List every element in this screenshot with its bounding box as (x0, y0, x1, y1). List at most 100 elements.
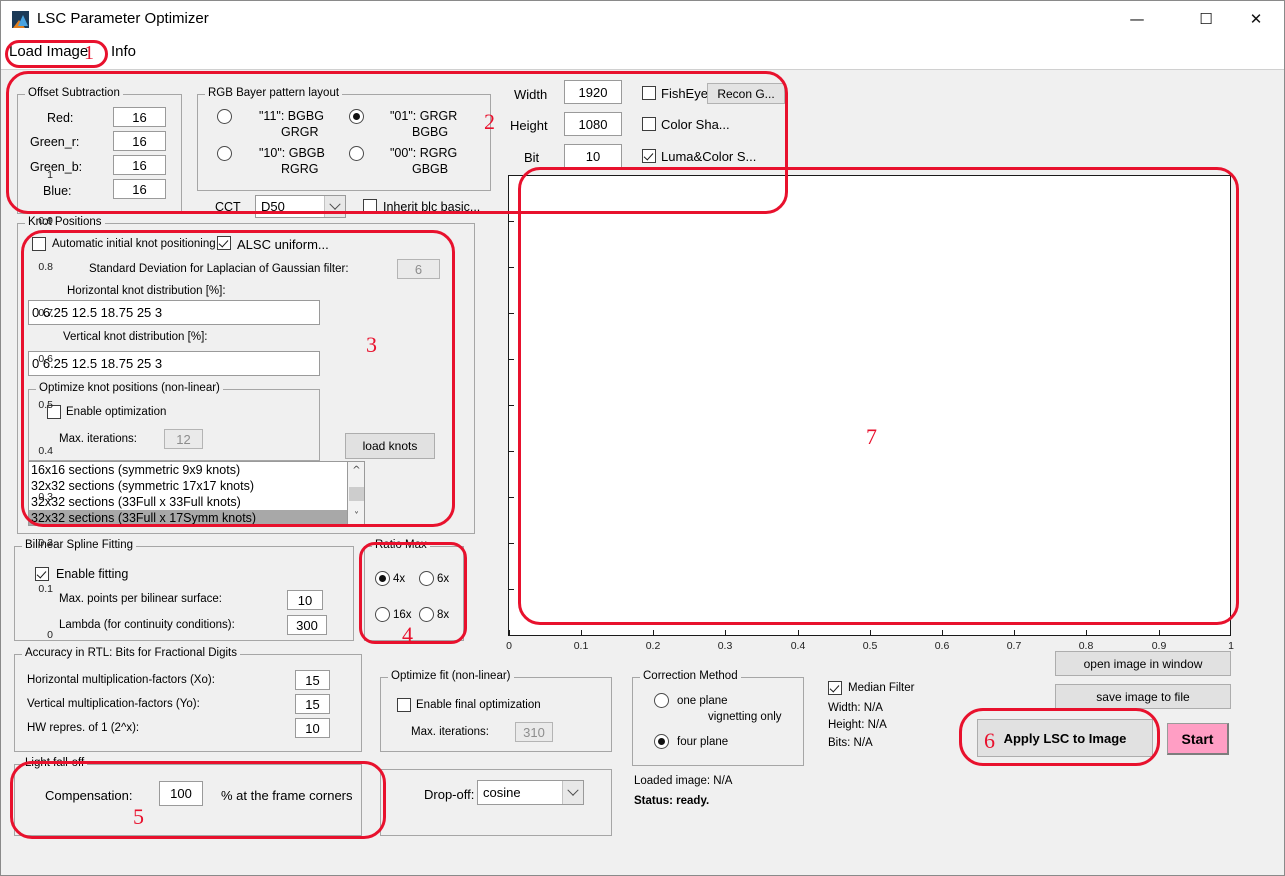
fisheye-checkbox[interactable] (642, 86, 656, 100)
max-points-label: Max. points per bilinear surface: (59, 593, 222, 605)
vertical-factors-label: Vertical multiplication-factors (Yo): (27, 698, 200, 710)
bayer-option-00-radio[interactable] (349, 146, 364, 161)
vertical-knot-input[interactable]: 0 6.25 12.5 18.75 25 3 (28, 351, 320, 376)
median-filter-checkbox[interactable] (828, 681, 842, 695)
bayer-option-10-radio[interactable] (217, 146, 232, 161)
offset-green-r-input[interactable]: 16 (113, 131, 166, 151)
list-item[interactable]: 16x16 sections (symmetric 9x9 knots) (29, 462, 364, 478)
menu-item-load-image[interactable]: Load Image (9, 43, 88, 60)
y-tick: 0.5 (13, 399, 53, 411)
load-knots-button[interactable]: load knots (345, 433, 435, 459)
fit-max-iterations-input[interactable]: 310 (515, 722, 553, 742)
luma-color-checkbox[interactable] (642, 149, 656, 163)
image-width-info: Width: N/A (828, 702, 883, 714)
vertical-factors-input[interactable]: 15 (295, 694, 330, 714)
x-tick: 0.8 (1066, 640, 1106, 652)
ratio-4x-radio[interactable] (375, 571, 390, 586)
offset-blue-input[interactable]: 16 (113, 179, 166, 199)
ratio-max-title: Ratio Max (372, 539, 430, 551)
four-plane-radio[interactable] (654, 734, 669, 749)
start-button[interactable]: Start (1167, 723, 1229, 755)
sections-listbox[interactable]: 16x16 sections (symmetric 9x9 knots) 32x… (28, 461, 365, 526)
x-tick: 0.6 (922, 640, 962, 652)
maximize-button[interactable]: ☐ (1183, 1, 1229, 37)
chevron-down-icon (562, 781, 583, 804)
x-tick: 1 (1211, 640, 1251, 652)
ratio-6x-radio[interactable] (419, 571, 434, 586)
offset-green-r-label: Green_r: (30, 135, 79, 149)
x-tick: 0.3 (705, 640, 745, 652)
x-tick: 0 (489, 640, 529, 652)
horizontal-factors-input[interactable]: 15 (295, 670, 330, 690)
bayer-option-10-line1: "10": GBGB (259, 146, 325, 160)
listbox-scrollbar[interactable]: ^ ˅ (347, 462, 364, 525)
bayer-option-01-radio[interactable] (349, 109, 364, 124)
scroll-down-icon[interactable]: ˅ (348, 508, 365, 525)
cct-dropdown[interactable]: D50 (255, 195, 346, 218)
light-falloff-title: Light fall-off (22, 757, 87, 769)
hw-repres-label: HW repres. of 1 (2^x): (27, 722, 139, 734)
ratio-8x-radio[interactable] (419, 607, 434, 622)
enable-fitting-checkbox[interactable] (35, 567, 49, 581)
bayer-option-01-line2: BGBG (412, 125, 448, 139)
list-item[interactable]: 32x32 sections (33Full x 17Symm knots) (29, 510, 364, 526)
height-input[interactable]: 1080 (564, 112, 622, 136)
hw-repres-input[interactable]: 10 (295, 718, 330, 738)
std-dev-input[interactable]: 6 (397, 259, 440, 279)
vertical-knot-label: Vertical knot distribution [%]: (63, 331, 207, 343)
enable-final-optimization-label: Enable final optimization (416, 699, 541, 711)
alsc-uniform-label: ALSC uniform... (237, 237, 329, 252)
dropoff-dropdown[interactable]: cosine (477, 780, 584, 805)
list-item[interactable]: 32x32 sections (symmetric 17x17 knots) (29, 478, 364, 494)
minimize-button[interactable]: — (1114, 1, 1160, 37)
bayer-pattern-title: RGB Bayer pattern layout (205, 87, 342, 99)
bit-label: Bit (524, 150, 539, 165)
optimize-fit-panel: Optimize fit (non-linear) (380, 677, 612, 752)
max-points-input[interactable]: 10 (287, 590, 323, 610)
one-plane-radio[interactable] (654, 693, 669, 708)
ratio-16x-radio[interactable] (375, 607, 390, 622)
x-tick: 0.5 (850, 640, 890, 652)
chevron-down-icon (324, 196, 345, 217)
lambda-input[interactable]: 300 (287, 615, 327, 635)
bit-input[interactable]: 10 (564, 144, 622, 168)
save-image-button[interactable]: save image to file (1055, 684, 1231, 709)
width-input[interactable]: 1920 (564, 80, 622, 104)
ratio-max-panel: Ratio Max (364, 546, 464, 641)
knot-max-iterations-input[interactable]: 12 (164, 429, 203, 449)
alsc-uniform-checkbox[interactable] (217, 236, 231, 250)
color-shading-checkbox[interactable] (642, 117, 656, 131)
vignetting-only-label: vignetting only (708, 711, 782, 723)
offset-green-b-input[interactable]: 16 (113, 155, 166, 175)
ratio-6x-label: 6x (437, 573, 449, 585)
open-image-button[interactable]: open image in window (1055, 651, 1231, 676)
auto-knot-checkbox[interactable] (32, 237, 46, 251)
menu-item-info[interactable]: Info (111, 43, 136, 60)
accuracy-rtl-title: Accuracy in RTL: Bits for Fractional Dig… (22, 647, 240, 659)
x-tick: 0.2 (633, 640, 673, 652)
bayer-option-10-line2: RGRG (281, 162, 319, 176)
four-plane-label: four plane (677, 736, 728, 748)
horizontal-knot-label: Horizontal knot distribution [%]: (67, 285, 226, 297)
enable-final-optimization-checkbox[interactable] (397, 698, 411, 712)
horizontal-factors-label: Horizontal multiplication-factors (Xo): (27, 674, 215, 686)
horizontal-knot-input[interactable]: 0 6.25 12.5 18.75 25 3 (28, 300, 320, 325)
compensation-input[interactable]: 100 (159, 781, 203, 806)
recon-gain-button[interactable]: Recon G... (707, 83, 785, 104)
one-plane-label: one plane (677, 695, 728, 707)
plot-axes[interactable] (508, 175, 1231, 636)
offset-subtraction-title: Offset Subtraction (25, 87, 123, 99)
application-window: LSC Parameter Optimizer — ☐ ✕ Load Image… (0, 0, 1285, 876)
close-button[interactable]: ✕ (1233, 1, 1279, 37)
offset-red-input[interactable]: 16 (113, 107, 166, 127)
x-tick: 0.7 (994, 640, 1034, 652)
apply-lsc-button[interactable]: Apply LSC to Image (977, 719, 1153, 757)
inherit-blc-checkbox[interactable] (363, 199, 377, 213)
list-item[interactable]: 32x32 sections (33Full x 33Full knots) (29, 494, 364, 510)
knot-max-iterations-label: Max. iterations: (59, 433, 137, 445)
bayer-option-11-radio[interactable] (217, 109, 232, 124)
auto-knot-label: Automatic initial knot positioning (52, 238, 216, 250)
scrollbar-thumb[interactable] (349, 487, 364, 501)
x-tick: 0.9 (1139, 640, 1179, 652)
scroll-up-icon[interactable]: ^ (348, 462, 365, 479)
